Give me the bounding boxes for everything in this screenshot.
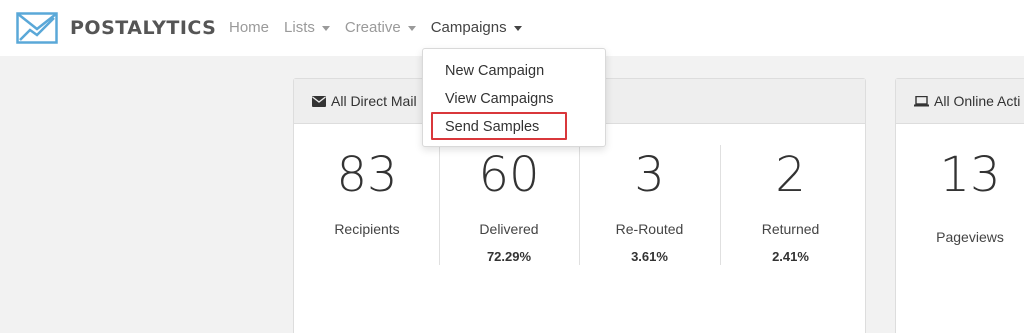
nav-home-label: Home: [229, 19, 270, 36]
envelope-icon: [312, 95, 326, 107]
stat-recipients: 83 Recipients: [294, 151, 440, 237]
menu-item-view-campaigns[interactable]: View Campaigns: [445, 91, 554, 107]
online-activity-panel-title: All Online Acti: [934, 93, 1021, 109]
stat-label: Re-Routed: [615, 221, 684, 237]
stat-value: 3: [634, 147, 665, 203]
caret-down-icon: [513, 26, 522, 31]
caret-down-icon: [407, 26, 416, 31]
online-activity-panel-header: All Online Acti: [896, 79, 1024, 124]
logo[interactable]: POSTALYTICS: [16, 12, 216, 44]
stat-value: 60: [478, 147, 540, 203]
direct-mail-panel-title: All Direct Mail: [331, 93, 417, 109]
online-activity-panel: All Online Acti 13 Pageviews: [895, 78, 1024, 333]
caret-down-icon: [321, 26, 330, 31]
stat-label: Pageviews: [936, 229, 1004, 245]
nav-home[interactable]: Home: [229, 19, 269, 36]
laptop-icon: [914, 95, 929, 107]
nav-campaigns[interactable]: Campaigns: [431, 19, 522, 36]
nav-lists[interactable]: Lists: [284, 19, 330, 36]
campaigns-dropdown-menu: New Campaign View Campaigns Send Samples: [422, 48, 606, 147]
nav-lists-label: Lists: [284, 19, 315, 36]
stat-percent: 3.61%: [631, 249, 668, 264]
stat-value: 2: [775, 147, 806, 203]
stat-pageviews: 13 Pageviews: [896, 151, 1024, 245]
stat-label: Recipients: [334, 221, 400, 237]
stat-value: 13: [939, 147, 1001, 203]
nav-creative-label: Creative: [344, 19, 401, 36]
menu-item-new-campaign[interactable]: New Campaign: [445, 63, 544, 79]
main-nav: Home Lists Creative Campaigns: [229, 19, 537, 36]
stat-percent: 72.29%: [486, 249, 532, 264]
nav-creative[interactable]: Creative: [345, 19, 416, 36]
nav-campaigns-label: Campaigns: [430, 19, 507, 36]
menu-item-send-samples[interactable]: Send Samples: [445, 119, 539, 135]
logo-text: POSTALYTICS: [70, 17, 217, 39]
envelope-chart-icon: [16, 12, 58, 44]
stat-label: Returned: [761, 221, 820, 237]
stat-percent: 2.41%: [772, 249, 809, 264]
stat-value: 83: [336, 147, 398, 203]
stat-rerouted: 3 Re-Routed 3.61%: [579, 151, 720, 264]
stat-returned: 2 Returned 2.41%: [720, 151, 861, 264]
stat-delivered: 60 Delivered 72.29%: [439, 151, 579, 264]
stat-label: Delivered: [479, 221, 539, 237]
